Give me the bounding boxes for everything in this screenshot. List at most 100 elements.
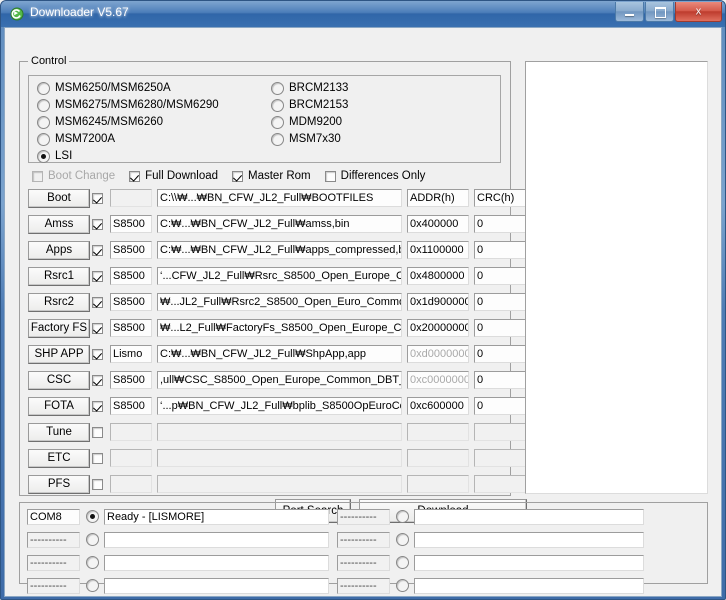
option-checkbox-3[interactable]: Differences Only [324,170,425,182]
row-button-factory-fs[interactable]: Factory FS [28,318,90,338]
port-field[interactable]: ---------- [337,508,390,525]
row-checkbox[interactable] [92,296,103,308]
row-checkbox[interactable] [92,452,103,464]
model-field[interactable]: S8500 [110,241,152,259]
path-field[interactable] [157,423,402,441]
port-radio[interactable] [86,533,99,546]
chipset-option-right-2[interactable]: MDM9200 [271,115,348,130]
row-checkbox[interactable] [92,322,103,334]
path-field[interactable] [157,449,402,467]
model-field[interactable] [110,475,152,493]
path-field[interactable]: C:\\₩...₩BN_CFW_JL2_Full₩BOOTFILES [157,189,402,207]
row-button-fota[interactable]: FOTA [28,396,90,416]
row-checkbox[interactable] [92,270,103,282]
port-field[interactable]: COM8 [27,508,80,525]
status-message-field[interactable] [414,554,644,571]
chipset-option-right-0[interactable]: BRCM2133 [271,81,348,96]
row-checkbox[interactable] [92,244,103,256]
path-field[interactable]: ,ull₩CSC_S8500_Open_Europe_Common_DBT_XX… [157,371,402,389]
addr-field[interactable]: 0xc600000 [407,397,469,415]
port-field[interactable]: ---------- [27,577,80,594]
status-message-field[interactable] [104,577,329,594]
model-field[interactable]: S8500 [110,371,152,389]
crc-field[interactable]: 0 [474,345,526,363]
model-field[interactable] [110,449,152,467]
port-field[interactable]: ---------- [337,554,390,571]
port-radio[interactable] [396,533,409,546]
model-field[interactable]: Lismo [110,345,152,363]
row-checkbox[interactable] [92,478,103,490]
model-field[interactable] [110,423,152,441]
port-radio[interactable] [396,579,409,592]
status-message-field[interactable] [414,508,644,525]
row-checkbox[interactable] [92,348,103,360]
chipset-option-2[interactable]: MSM6245/MSM6260 [37,115,219,130]
port-radio[interactable] [86,556,99,569]
chipset-option-right-1[interactable]: BRCM2153 [271,98,348,113]
port-field[interactable]: ---------- [337,577,390,594]
status-message-field[interactable]: Ready - [LISMORE] [104,508,329,525]
option-checkbox-1[interactable]: Full Download [129,170,218,182]
addr-field[interactable]: 0xc0000000 [407,371,469,389]
row-checkbox[interactable] [92,400,103,412]
addr-field[interactable] [407,475,469,493]
port-radio[interactable] [396,556,409,569]
status-message-field[interactable] [104,554,329,571]
crc-field[interactable] [474,423,526,441]
addr-field[interactable] [407,423,469,441]
model-field[interactable]: S8500 [110,267,152,285]
path-field[interactable]: ₩...JL2_Full₩Rsrc2_S8500_Open_Euro_Commo… [157,293,402,311]
status-message-field[interactable] [414,531,644,548]
row-checkbox[interactable] [92,218,103,230]
addr-field[interactable]: 0x20000000 [407,319,469,337]
addr-field[interactable]: 0x4800000 [407,267,469,285]
chipset-option-4[interactable]: LSI [37,149,219,164]
row-button-boot[interactable]: Boot [28,188,90,208]
row-button-rsrc1[interactable]: Rsrc1 [28,266,90,286]
crc-field[interactable]: 0 [474,241,526,259]
row-button-etc[interactable]: ETC [28,448,90,468]
crc-field[interactable] [474,475,526,493]
addr-column-header[interactable]: ADDR(h) [407,189,469,207]
port-field[interactable]: ---------- [27,554,80,571]
chipset-option-0[interactable]: MSM6250/MSM6250A [37,81,219,96]
path-field[interactable]: ‘...CFW_JL2_Full₩Rsrc_S8500_Open_Europe_… [157,267,402,285]
crc-field[interactable]: 0 [474,293,526,311]
crc-field[interactable]: 0 [474,371,526,389]
port-field[interactable]: ---------- [27,531,80,548]
crc-field[interactable]: 0 [474,397,526,415]
model-field[interactable]: S8500 [110,215,152,233]
row-button-amss[interactable]: Amss [28,214,90,234]
log-panel[interactable] [525,61,708,494]
model-field[interactable]: S8500 [110,397,152,415]
port-radio[interactable] [86,579,99,592]
status-message-field[interactable] [414,577,644,594]
crc-field[interactable]: 0 [474,215,526,233]
row-button-csc[interactable]: CSC [28,370,90,390]
status-message-field[interactable] [104,531,329,548]
port-radio[interactable] [86,510,99,523]
path-field[interactable]: C:₩...₩BN_CFW_JL2_Full₩ShpApp,app [157,345,402,363]
crc-field[interactable] [474,449,526,467]
model-field[interactable]: S8500 [110,293,152,311]
row-checkbox[interactable] [92,374,103,386]
addr-field[interactable]: 0x1d900000 [407,293,469,311]
port-field[interactable]: ---------- [337,531,390,548]
close-button[interactable]: x [675,2,722,22]
chipset-option-right-3[interactable]: MSM7x30 [271,132,348,147]
addr-field[interactable]: 0x400000 [407,215,469,233]
path-field[interactable]: C:₩...₩BN_CFW_JL2_Full₩apps_compressed,b… [157,241,402,259]
path-field[interactable]: C:₩...₩BN_CFW_JL2_Full₩amss,bin [157,215,402,233]
row-checkbox[interactable] [92,426,103,438]
row-button-tune[interactable]: Tune [28,422,90,442]
port-radio[interactable] [396,510,409,523]
model-field[interactable]: S8500 [110,319,152,337]
row-button-apps[interactable]: Apps [28,240,90,260]
row-button-shp-app[interactable]: SHP APP [28,344,90,364]
addr-field[interactable]: 0xd0000000 [407,345,469,363]
addr-field[interactable]: 0x1100000 [407,241,469,259]
crc-field[interactable]: 0 [474,319,526,337]
option-checkbox-2[interactable]: Master Rom [232,170,311,182]
path-field[interactable]: ‘...p₩BN_CFW_JL2_Full₩bplib_S8500OpEuroC… [157,397,402,415]
row-button-rsrc2[interactable]: Rsrc2 [28,292,90,312]
